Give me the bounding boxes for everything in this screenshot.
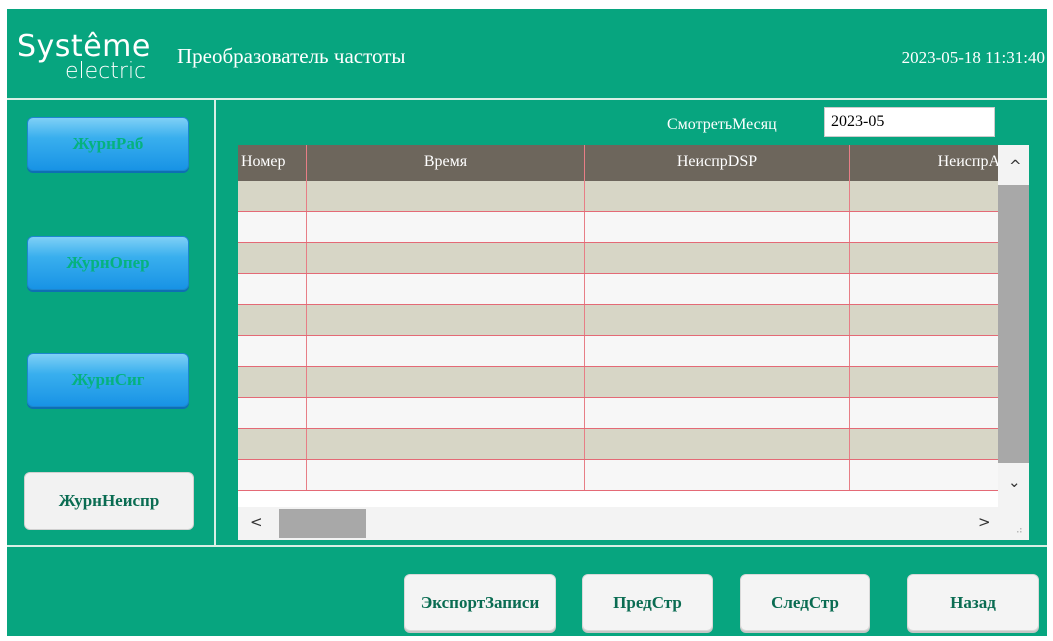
table-row[interactable] bbox=[238, 429, 998, 460]
table-cell bbox=[238, 460, 307, 490]
next-page-button[interactable]: СледСтр bbox=[740, 574, 870, 631]
nav-fault-log-button[interactable]: ЖурнНеиспр bbox=[24, 472, 194, 530]
table-cell bbox=[307, 460, 585, 490]
table-cell bbox=[307, 398, 585, 428]
table-cell bbox=[307, 336, 585, 366]
table-cell bbox=[238, 212, 307, 242]
horizontal-scrollbar[interactable]: < > bbox=[238, 507, 998, 540]
prev-page-button[interactable]: ПредСтр bbox=[582, 574, 713, 631]
fault-log-table: Номер Время НеиспрDSP НеиспрA ^ ⌄ < > bbox=[238, 145, 1029, 540]
table-cell bbox=[238, 398, 307, 428]
logo-line2: electric bbox=[65, 59, 147, 84]
resize-grip-icon bbox=[998, 507, 1029, 540]
header-divider bbox=[7, 98, 1047, 100]
sidebar-divider bbox=[214, 100, 216, 545]
table-cell bbox=[585, 429, 850, 459]
table-cell bbox=[585, 336, 850, 366]
table-cell bbox=[238, 336, 307, 366]
view-month-input[interactable] bbox=[824, 107, 995, 137]
table-cell bbox=[850, 274, 1000, 304]
table-cell bbox=[850, 460, 1000, 490]
nav-work-log-button[interactable]: ЖурнРаб bbox=[27, 117, 189, 171]
table-row[interactable] bbox=[238, 305, 998, 336]
table-cell bbox=[238, 367, 307, 397]
column-header-number[interactable]: Номер bbox=[238, 145, 307, 181]
table-cell bbox=[850, 398, 1000, 428]
table-cell bbox=[307, 367, 585, 397]
footer-divider bbox=[7, 545, 1047, 547]
current-datetime: 2023-05-18 11:31:40 bbox=[901, 48, 1045, 67]
table-cell bbox=[585, 243, 850, 273]
table-cell bbox=[850, 336, 1000, 366]
table-cell bbox=[585, 398, 850, 428]
table-cell bbox=[238, 181, 307, 211]
app-window: Systême electric Преобразователь частоты… bbox=[7, 9, 1047, 636]
column-header-time[interactable]: Время bbox=[307, 145, 585, 181]
page-title: Преобразователь частоты bbox=[177, 44, 406, 68]
scroll-right-icon[interactable]: > bbox=[978, 513, 991, 531]
table-cell bbox=[238, 243, 307, 273]
table-cell bbox=[585, 274, 850, 304]
table-cell bbox=[850, 429, 1000, 459]
table-cell bbox=[307, 212, 585, 242]
column-header-dsp-fault[interactable]: НеиспрDSP bbox=[585, 145, 850, 181]
table-cell bbox=[238, 429, 307, 459]
export-records-button[interactable]: ЭкспортЗаписи bbox=[404, 574, 556, 631]
table-cell bbox=[850, 181, 1000, 211]
table-cell bbox=[307, 429, 585, 459]
column-header-fault-a[interactable]: НеиспрA bbox=[850, 145, 1000, 181]
back-button[interactable]: Назад bbox=[907, 574, 1039, 631]
table-row[interactable] bbox=[238, 243, 998, 274]
nav-operation-log-button[interactable]: ЖурнОпер bbox=[27, 236, 189, 290]
table-cell bbox=[307, 243, 585, 273]
scroll-down-icon[interactable]: ⌄ bbox=[1008, 473, 1021, 491]
scroll-left-icon[interactable]: < bbox=[250, 513, 263, 531]
brand-logo: Systême electric bbox=[17, 31, 167, 91]
table-cell bbox=[585, 181, 850, 211]
table-cell bbox=[585, 460, 850, 490]
table-cell bbox=[850, 367, 1000, 397]
table-header: Номер Время НеиспрDSP НеиспрA bbox=[238, 145, 1000, 181]
table-row[interactable] bbox=[238, 336, 998, 367]
scroll-up-icon[interactable]: ^ bbox=[1009, 157, 1022, 175]
table-row[interactable] bbox=[238, 212, 998, 243]
table-cell bbox=[850, 243, 1000, 273]
table-row[interactable] bbox=[238, 181, 998, 212]
table-cell bbox=[850, 212, 1000, 242]
table-cell bbox=[238, 274, 307, 304]
table-cell bbox=[585, 305, 850, 335]
vertical-scroll-thumb[interactable] bbox=[998, 185, 1029, 463]
table-cell bbox=[307, 181, 585, 211]
table-cell bbox=[585, 212, 850, 242]
table-row[interactable] bbox=[238, 367, 998, 398]
table-cell bbox=[307, 305, 585, 335]
nav-signal-log-button[interactable]: ЖурнСиг bbox=[27, 353, 189, 407]
table-row[interactable] bbox=[238, 460, 998, 491]
table-cell bbox=[238, 305, 307, 335]
table-cell bbox=[850, 305, 1000, 335]
table-cell bbox=[585, 367, 850, 397]
vertical-scrollbar[interactable]: ^ ⌄ bbox=[998, 145, 1029, 507]
table-row[interactable] bbox=[238, 274, 998, 305]
table-cell bbox=[307, 274, 585, 304]
horizontal-scroll-thumb[interactable] bbox=[279, 509, 366, 538]
table-row[interactable] bbox=[238, 398, 998, 429]
view-month-label: СмотретьМесяц bbox=[667, 116, 777, 133]
